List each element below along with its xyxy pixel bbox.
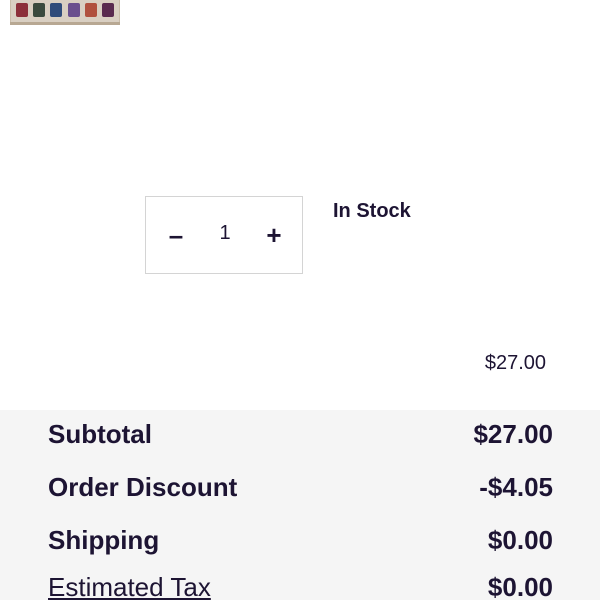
palette-pan-5	[84, 3, 97, 17]
summary-row-discount: Order Discount -$4.05	[48, 472, 553, 503]
stock-status: In Stock	[333, 200, 411, 222]
palette-pan-3	[50, 3, 63, 17]
product-thumbnail-base	[10, 22, 120, 25]
discount-label: Order Discount	[48, 472, 238, 502]
palette-pan-4	[67, 3, 80, 17]
estimated-tax-link[interactable]: Estimated Tax	[48, 572, 211, 600]
subtotal-label: Subtotal	[48, 419, 152, 449]
palette-pan-1	[16, 3, 28, 17]
summary-row-shipping: Shipping $0.00	[48, 525, 553, 556]
product-thumbnail[interactable]	[10, 0, 120, 24]
cart-page: – 1 + In Stock $27.00 Subtotal $27.00 Or…	[0, 0, 600, 600]
summary-row-tax: Estimated Tax $0.00	[48, 572, 553, 600]
increment-button[interactable]: +	[264, 222, 284, 248]
palette-pan-6	[101, 3, 114, 17]
quantity-value[interactable]: 1	[210, 222, 240, 245]
discount-value: -$4.05	[479, 472, 553, 502]
line-item-price: $27.00	[484, 352, 546, 374]
order-summary: Subtotal $27.00 Order Discount -$4.05 Sh…	[0, 410, 600, 600]
shipping-value: $0.00	[487, 525, 553, 555]
quantity-stepper: – 1 +	[145, 196, 303, 274]
decrement-button[interactable]: –	[166, 222, 186, 248]
subtotal-value: $27.00	[473, 419, 553, 449]
tax-value: $0.00	[487, 572, 553, 600]
palette-pan-2	[33, 3, 46, 17]
summary-row-subtotal: Subtotal $27.00	[48, 419, 553, 450]
shipping-label: Shipping	[48, 525, 160, 555]
